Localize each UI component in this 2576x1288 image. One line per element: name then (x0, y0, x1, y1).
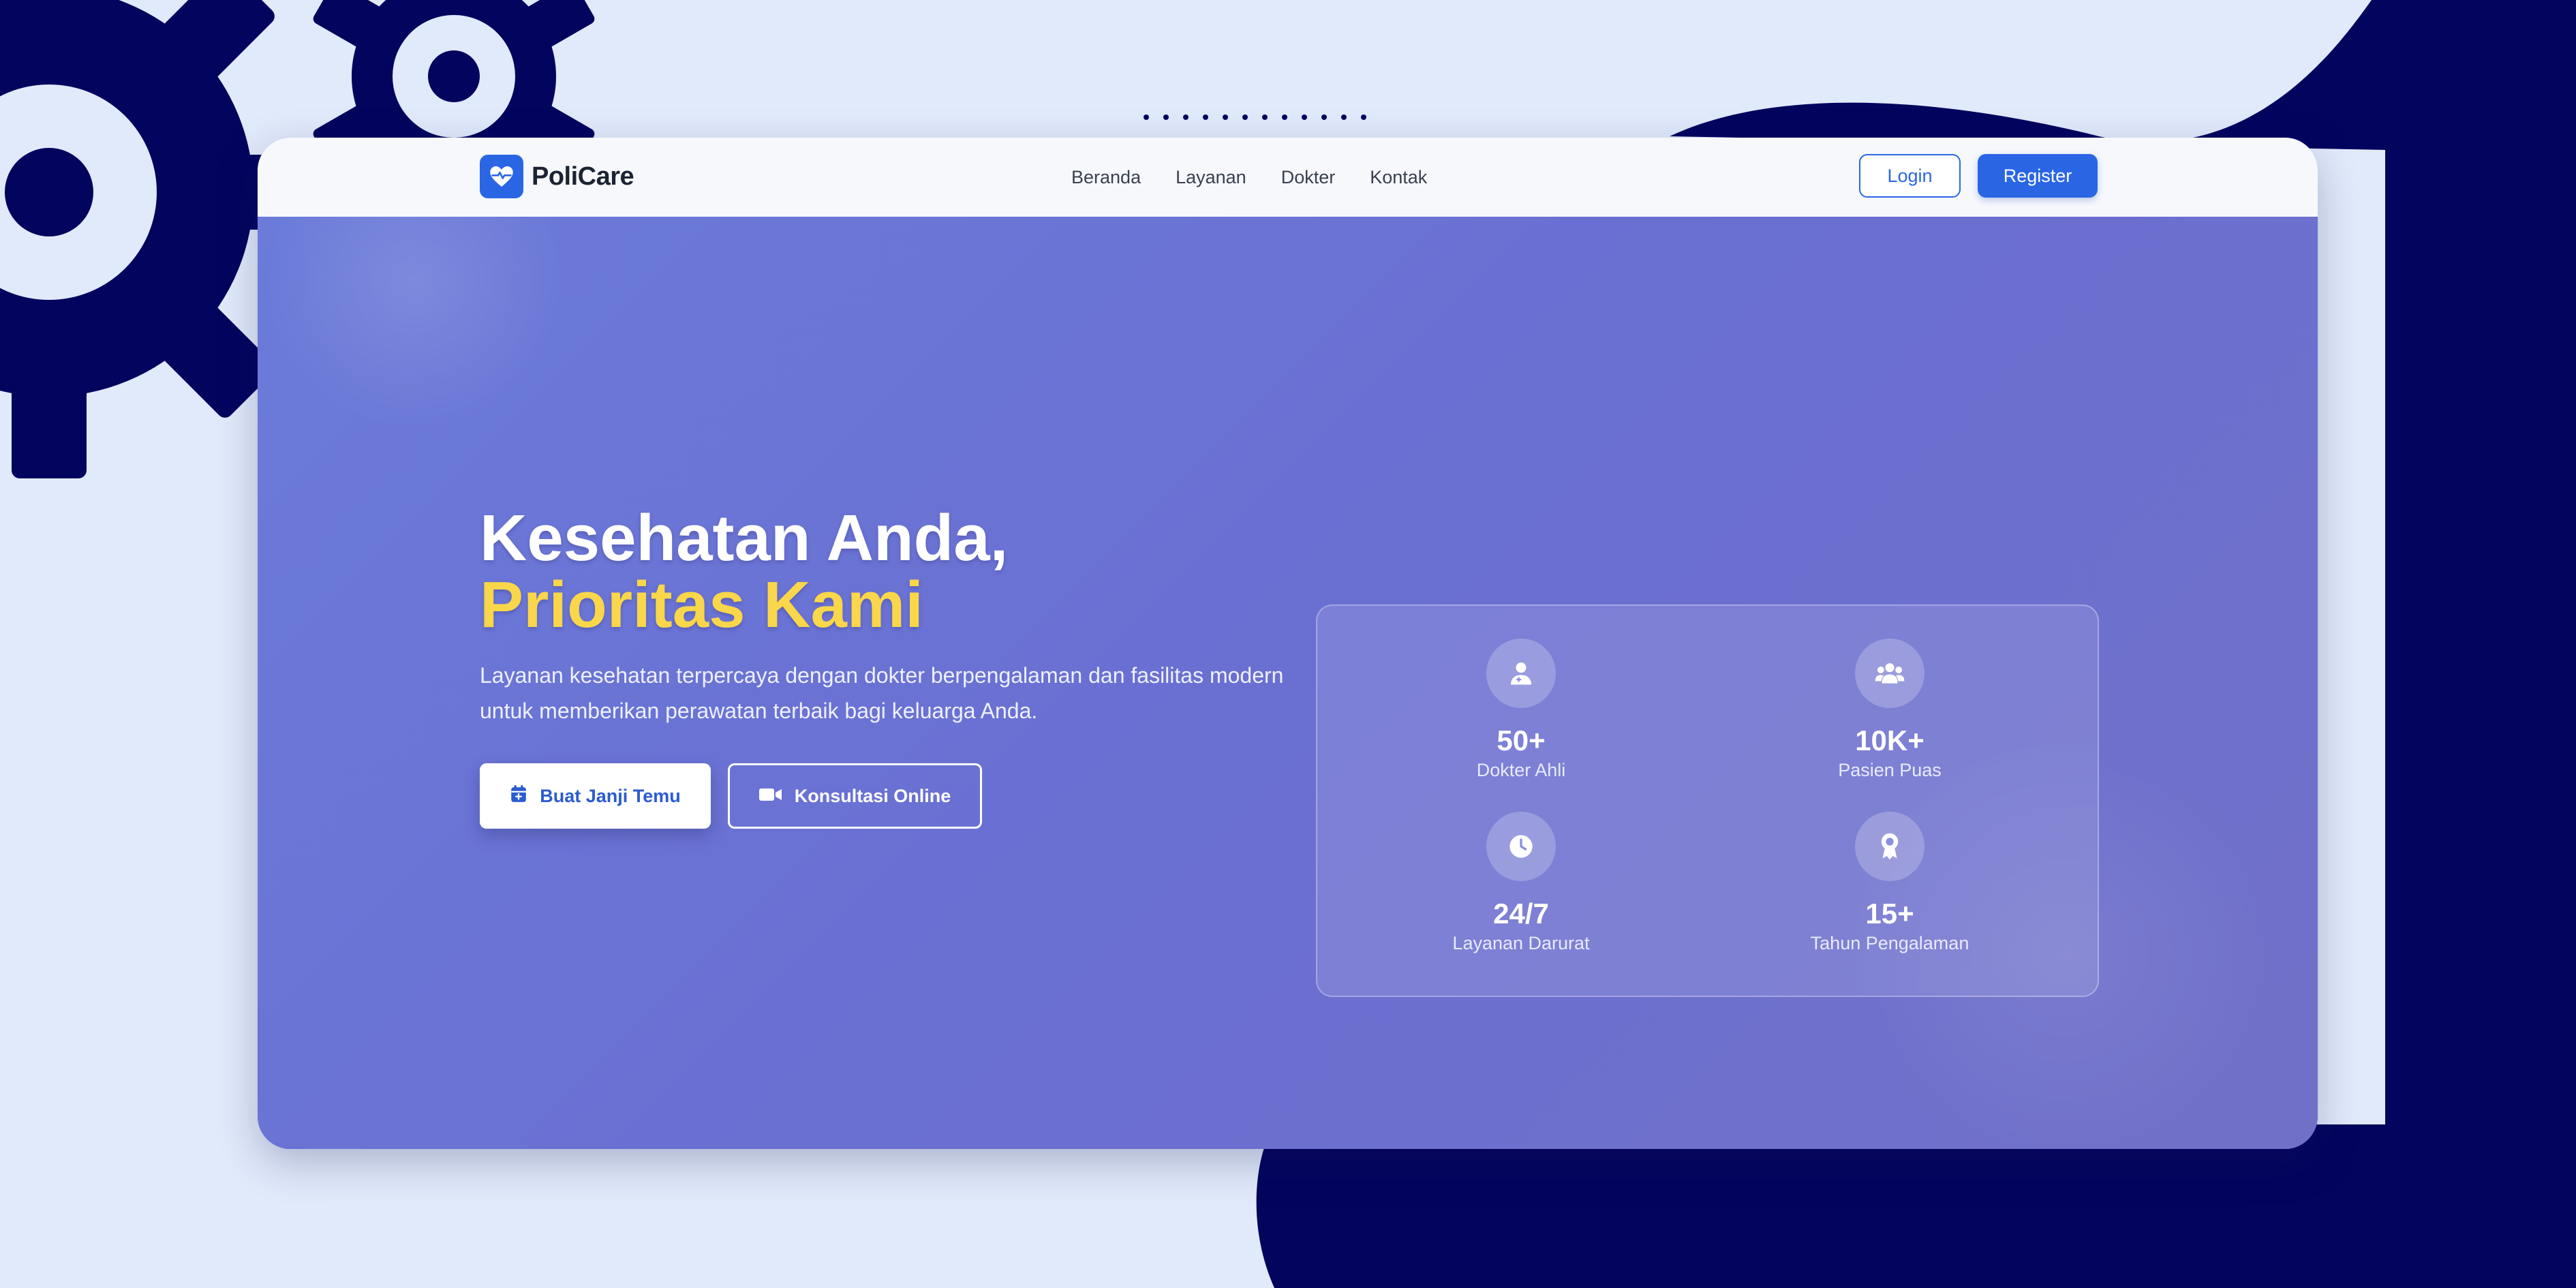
login-button[interactable]: Login (1859, 154, 1961, 198)
stats-card: 50+ Dokter Ahli 10K+ Pasien Puas 24/7 La… (1316, 604, 2099, 997)
navbar: PoliCare Beranda Layanan Dokter Kontak L… (258, 138, 2318, 217)
stat-doctors: 50+ Dokter Ahli (1385, 639, 1657, 782)
stat-label: Pasien Puas (1838, 760, 1942, 780)
stat-label: Dokter Ahli (1476, 760, 1566, 780)
stat-emergency: 24/7 Layanan Darurat (1385, 812, 1657, 955)
hero-section: Kesehatan Anda, Prioritas Kami Layanan k… (258, 217, 2318, 1149)
brand-logo[interactable]: PoliCare (480, 154, 634, 199)
dots-decoration (1144, 114, 1366, 120)
hero-title-accent: Prioritas Kami (480, 568, 923, 641)
register-button[interactable]: Register (1978, 154, 2098, 198)
browser-window: PoliCare Beranda Layanan Dokter Kontak L… (258, 138, 2318, 1149)
stat-experience: 15+ Tahun Pengalaman (1753, 812, 2026, 955)
online-consultation-label: Konsultasi Online (794, 785, 951, 806)
nav-link-beranda[interactable]: Beranda (1071, 167, 1141, 188)
book-appointment-button[interactable]: Buat Janji Temu (480, 763, 711, 829)
doctor-icon (1486, 639, 1556, 708)
nav-link-layanan[interactable]: Layanan (1176, 167, 1246, 188)
stat-label: Layanan Darurat (1452, 933, 1590, 953)
main-nav: Beranda Layanan Dokter Kontak (1071, 138, 1427, 217)
award-icon (1855, 812, 1925, 881)
hero-title-line1: Kesehatan Anda, (480, 502, 1009, 574)
stat-value: 50+ (1497, 724, 1546, 756)
nav-link-kontak[interactable]: Kontak (1370, 167, 1427, 188)
stat-value: 24/7 (1493, 898, 1549, 930)
calendar-icon (510, 784, 527, 808)
hero-description: Layanan kesehatan terpercaya dengan dokt… (480, 663, 1284, 723)
book-appointment-label: Buat Janji Temu (540, 785, 681, 806)
brand-name: PoliCare (532, 162, 634, 191)
stat-value: 10K+ (1855, 724, 1925, 756)
clock-icon (1486, 812, 1556, 881)
stat-value: 15+ (1865, 898, 1914, 930)
stat-label: Tahun Pengalaman (1810, 933, 1969, 953)
nav-link-dokter[interactable]: Dokter (1281, 167, 1336, 188)
online-consultation-button[interactable]: Konsultasi Online (728, 763, 982, 829)
users-icon (1855, 639, 1925, 708)
heart-pulse-icon (480, 155, 523, 198)
stat-patients: 10K+ Pasien Puas (1753, 639, 2026, 782)
hero-title: Kesehatan Anda, Prioritas Kami (480, 505, 1008, 639)
video-camera-icon (758, 786, 782, 807)
